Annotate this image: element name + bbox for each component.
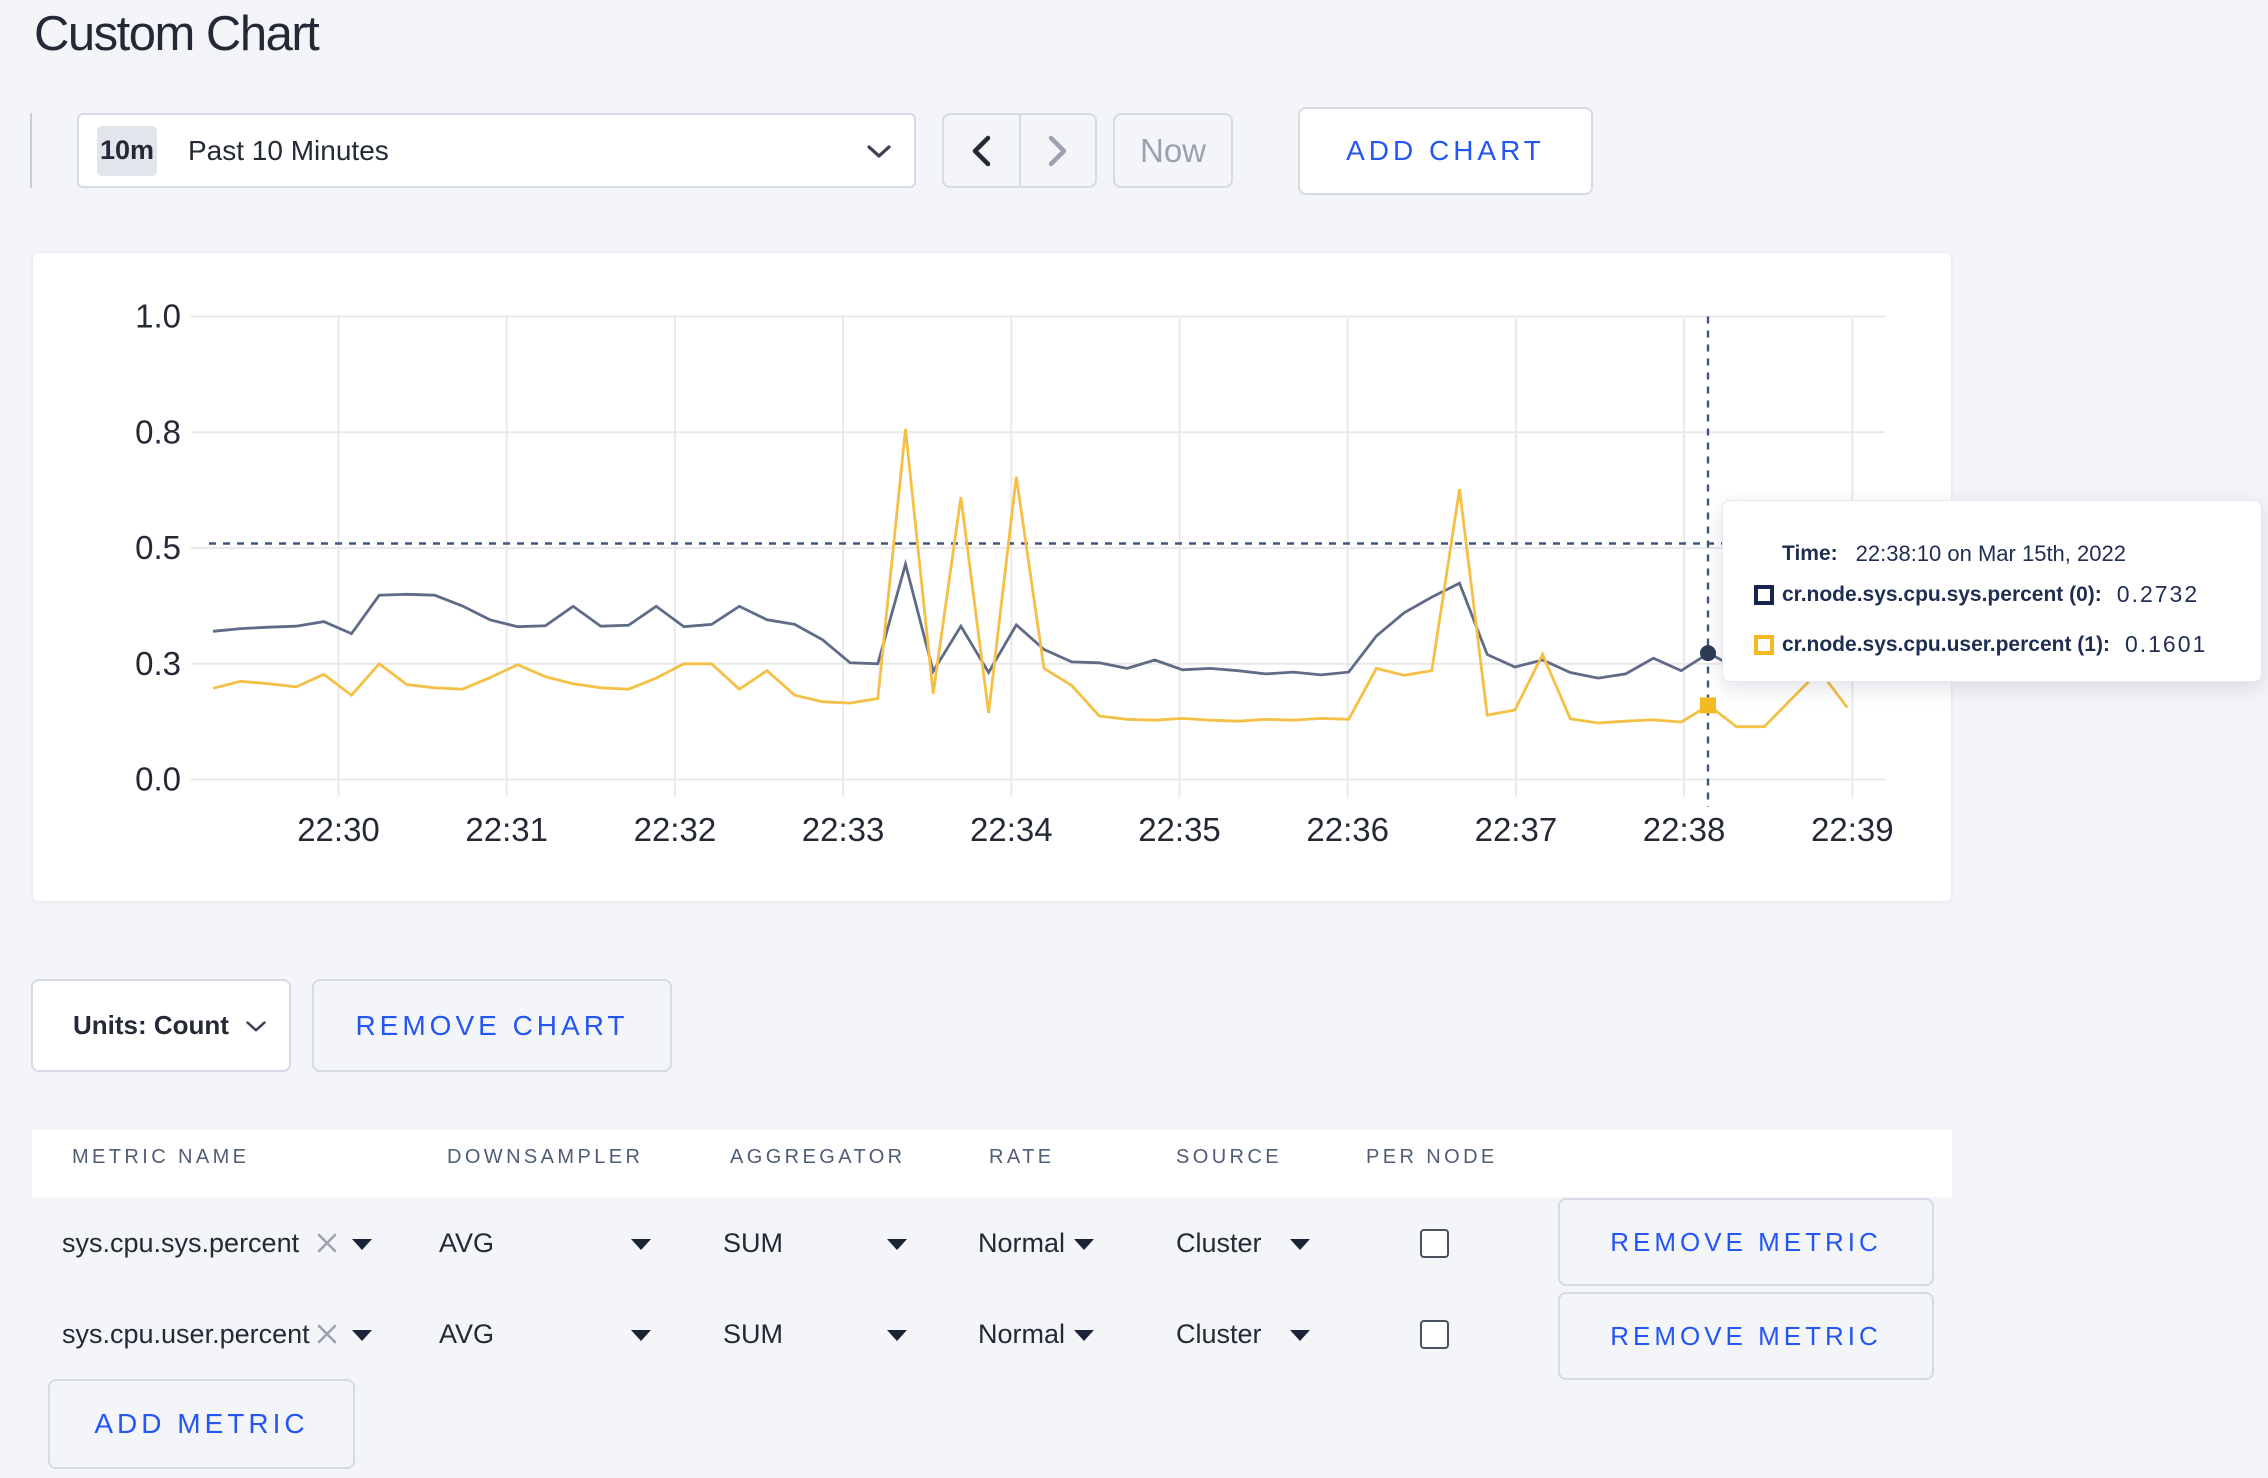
svg-text:22:35: 22:35 <box>1138 811 1221 848</box>
svg-text:22:32: 22:32 <box>634 811 717 848</box>
svg-text:0.8: 0.8 <box>135 413 181 450</box>
svg-text:22:38: 22:38 <box>1643 811 1726 848</box>
svg-text:22:34: 22:34 <box>970 811 1053 848</box>
svg-text:0.3: 0.3 <box>135 645 181 682</box>
svg-text:22:33: 22:33 <box>802 811 885 848</box>
svg-text:22:39: 22:39 <box>1811 811 1894 848</box>
svg-text:1.0: 1.0 <box>135 298 181 335</box>
svg-text:0.5: 0.5 <box>135 529 181 566</box>
svg-text:22:30: 22:30 <box>297 811 380 848</box>
svg-text:22:31: 22:31 <box>465 811 548 848</box>
svg-text:22:37: 22:37 <box>1475 811 1558 848</box>
svg-text:0.0: 0.0 <box>135 761 181 798</box>
svg-text:22:36: 22:36 <box>1306 811 1389 848</box>
